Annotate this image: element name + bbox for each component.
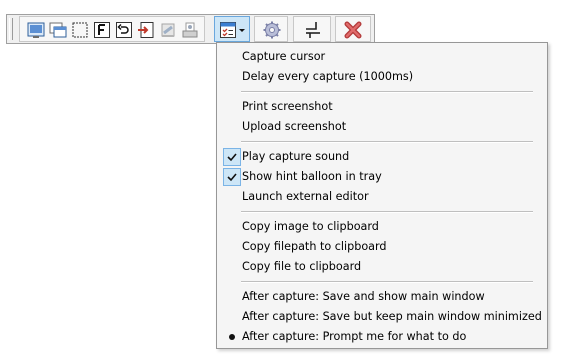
capture-toolbar <box>6 14 375 44</box>
menu-separator <box>241 281 533 283</box>
capture-region-button[interactable] <box>71 21 89 39</box>
menu-item-copy-filepath-clipboard[interactable]: Copy filepath to clipboard <box>219 237 545 257</box>
capture-ie-button[interactable] <box>159 21 177 39</box>
menu-item-after-capture-prompt[interactable]: After capture: Prompt me for what to do <box>219 327 545 347</box>
menu-separator <box>241 91 533 93</box>
menu-item-upload-screenshot[interactable]: Upload screenshot <box>219 117 545 137</box>
menu-item-label: Show hint balloon in tray <box>242 170 382 183</box>
capture-button-group <box>19 16 205 42</box>
menu-item-label: Capture cursor <box>242 50 326 63</box>
menu-item-copy-image-clipboard[interactable]: Copy image to clipboard <box>219 217 545 237</box>
menu-item-label: Print screenshot <box>242 100 333 113</box>
capture-fullscreen-button[interactable] <box>27 21 45 39</box>
capture-clipboard-button[interactable] <box>181 21 199 39</box>
menu-separator <box>241 141 533 143</box>
menu-item-label: Copy image to clipboard <box>242 220 379 233</box>
options-dropdown-icon <box>219 21 247 43</box>
menu-item-label: After capture: Prompt me for what to do <box>242 330 467 343</box>
radio-selected-icon <box>229 334 235 340</box>
menu-item-delay-capture[interactable]: Delay every capture (1000ms) <box>219 67 545 87</box>
menu-item-play-capture-sound[interactable]: Play capture sound <box>219 147 545 167</box>
capture-last-region-icon <box>115 21 133 39</box>
checkmark-icon <box>223 148 241 166</box>
menu-item-capture-cursor[interactable]: Capture cursor <box>219 47 545 67</box>
options-dropdown-button[interactable] <box>214 16 250 42</box>
menu-item-label: Play capture sound <box>242 150 350 163</box>
menu-item-label: Delay every capture (1000ms) <box>242 70 414 83</box>
capture-object-icon <box>137 21 155 39</box>
capture-object-button[interactable] <box>137 21 155 39</box>
exit-button[interactable] <box>335 16 371 42</box>
capture-freehand-button[interactable] <box>93 21 111 39</box>
capture-freehand-icon <box>93 21 111 39</box>
menu-item-after-capture-save-minimized[interactable]: After capture: Save but keep main window… <box>219 307 545 327</box>
menu-item-label: Launch external editor <box>242 190 369 203</box>
menu-item-label: After capture: Save and show main window <box>242 290 485 303</box>
menu-item-label: Copy filepath to clipboard <box>242 240 387 253</box>
menu-item-launch-external-editor[interactable]: Launch external editor <box>219 187 545 207</box>
capture-window-icon <box>49 21 67 39</box>
checkmark-icon <box>223 168 241 186</box>
options-dropdown-menu: Capture cursor Delay every capture (1000… <box>216 42 548 349</box>
settings-button[interactable] <box>254 16 288 42</box>
menu-item-after-capture-save-show[interactable]: After capture: Save and show main window <box>219 287 545 307</box>
menu-item-label: After capture: Save but keep main window… <box>242 310 542 323</box>
menu-item-label: Copy file to clipboard <box>242 260 362 273</box>
app-root: Capture cursor Delay every capture (1000… <box>0 0 572 359</box>
toolbar-grip[interactable] <box>9 18 13 40</box>
capture-last-region-button[interactable] <box>115 21 133 39</box>
exit-icon <box>343 20 363 44</box>
menu-item-print-screenshot[interactable]: Print screenshot <box>219 97 545 117</box>
dock-icon <box>303 20 323 44</box>
menu-item-show-hint-balloon[interactable]: Show hint balloon in tray <box>219 167 545 187</box>
capture-ie-icon <box>159 21 177 39</box>
menu-separator <box>241 211 533 213</box>
capture-window-button[interactable] <box>49 21 67 39</box>
capture-clipboard-icon <box>181 21 199 39</box>
capture-fullscreen-icon <box>27 21 45 39</box>
capture-region-icon <box>71 21 89 39</box>
menu-item-copy-file-clipboard[interactable]: Copy file to clipboard <box>219 257 545 277</box>
dock-button[interactable] <box>293 16 331 42</box>
menu-item-label: Upload screenshot <box>242 120 347 133</box>
settings-gear-icon <box>262 20 282 44</box>
